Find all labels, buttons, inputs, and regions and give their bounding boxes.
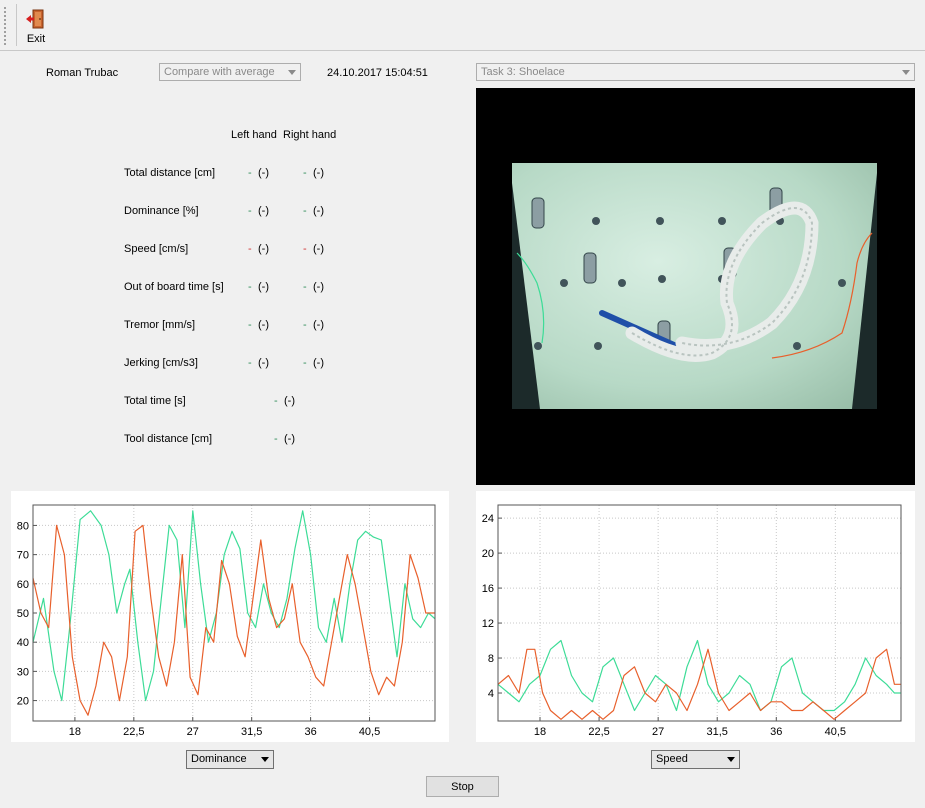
x-tick-label: 27 — [652, 726, 664, 738]
chevron-down-icon — [727, 757, 735, 762]
x-tick-label: 40,5 — [359, 726, 380, 738]
plot-frame — [497, 504, 902, 722]
y-tick-label: 20 — [17, 696, 29, 708]
left-hand-header: Left hand — [231, 129, 277, 141]
speed-chart: 4 8 12 16 20 24 18 22,5 27 31,5 36 40,5 — [476, 491, 915, 742]
y-tick-label: 4 — [488, 688, 494, 700]
left-chart-metric-value: Dominance — [191, 753, 247, 765]
metric-label: Out of board time [s] — [124, 281, 224, 293]
left-value: (-) — [258, 357, 269, 369]
camera-scene — [512, 173, 877, 409]
y-tick-label: 40 — [17, 637, 29, 649]
compare-select-value: Compare with average — [164, 66, 275, 78]
series-line-1 — [497, 648, 901, 720]
right-indicator: - — [303, 205, 307, 217]
x-tick-label: 36 — [770, 726, 782, 738]
x-tick-label: 18 — [69, 726, 81, 738]
task-select-value: Task 3: Shoelace — [481, 66, 565, 78]
metric-label: Dominance [%] — [124, 205, 199, 217]
timestamp: 24.10.2017 15:04:51 — [327, 67, 428, 79]
series-line-0 — [497, 639, 901, 712]
right-value: (-) — [313, 167, 324, 179]
right-value: (-) — [313, 205, 324, 217]
y-tick-label: 8 — [488, 653, 494, 665]
dominance-chart: 20 30 40 50 60 70 80 18 22,5 27 31,5 36 40,5 — [11, 491, 449, 742]
chevron-down-icon — [902, 70, 910, 75]
right-value: (-) — [313, 319, 324, 331]
left-indicator: - — [248, 243, 252, 255]
x-tick-label: 27 — [187, 726, 199, 738]
indicator: - — [274, 433, 278, 445]
x-tick-label: 22,5 — [588, 726, 609, 738]
metric-label: Total distance [cm] — [124, 167, 216, 179]
x-tick-label: 31,5 — [241, 726, 262, 738]
y-tick-label: 16 — [482, 583, 494, 595]
metric-label: Jerking [cm/s3] — [124, 357, 198, 369]
y-tick-label: 80 — [17, 520, 29, 532]
dominance-chart-svg: 20 30 40 50 60 70 80 18 22,5 27 31,5 36 40,5 — [17, 504, 436, 738]
right-indicator: - — [303, 357, 307, 369]
left-indicator: - — [248, 281, 252, 293]
exit-label: Exit — [26, 33, 46, 45]
right-chart-metric-value: Speed — [656, 753, 688, 765]
x-tick-label: 31,5 — [707, 726, 728, 738]
chevron-down-icon — [288, 70, 296, 75]
right-value: (-) — [313, 243, 324, 255]
stop-button[interactable]: Stop — [426, 776, 499, 797]
right-indicator: - — [303, 319, 307, 331]
y-tick-label: 24 — [482, 513, 494, 525]
y-tick-label: 50 — [17, 608, 29, 620]
right-indicator: - — [303, 281, 307, 293]
camera-view — [476, 88, 915, 485]
toolbar-grip[interactable] — [3, 6, 7, 46]
left-indicator: - — [248, 357, 252, 369]
x-tick-label: 22,5 — [123, 726, 144, 738]
left-value: (-) — [258, 319, 269, 331]
exit-door-icon — [26, 9, 44, 29]
x-tick-label: 40,5 — [825, 726, 846, 738]
right-indicator: - — [303, 243, 307, 255]
x-tick-label: 18 — [534, 726, 546, 738]
y-tick-label: 20 — [482, 548, 494, 560]
compare-select[interactable]: Compare with average — [159, 63, 301, 81]
right-hand-header: Right hand — [283, 129, 337, 141]
left-indicator: - — [248, 319, 252, 331]
series-line-1 — [32, 524, 435, 716]
right-indicator: - — [303, 167, 307, 179]
metric-value: (-) — [284, 433, 295, 445]
speed-chart-svg: 4 8 12 16 20 24 18 22,5 27 31,5 36 40,5 — [482, 504, 902, 738]
metric-label: Speed [cm/s] — [124, 243, 189, 255]
x-tick-label: 36 — [304, 726, 316, 738]
y-tick-label: 60 — [17, 579, 29, 591]
metric-label: Total time [s] — [124, 395, 186, 407]
left-indicator: - — [248, 205, 252, 217]
y-tick-label: 12 — [482, 618, 494, 630]
right-value: (-) — [313, 281, 324, 293]
left-value: (-) — [258, 167, 269, 179]
left-value: (-) — [258, 243, 269, 255]
metric-label: Tool distance [cm] — [124, 433, 213, 445]
series-line-0 — [32, 510, 436, 702]
right-value: (-) — [313, 357, 324, 369]
y-tick-label: 70 — [17, 550, 29, 562]
indicator: - — [274, 395, 278, 407]
exit-button[interactable]: Exit — [20, 4, 52, 48]
left-value: (-) — [258, 205, 269, 217]
left-indicator: - — [248, 167, 252, 179]
metric-value: (-) — [284, 395, 295, 407]
metric-label: Tremor [mm/s] — [124, 319, 196, 331]
y-tick-label: 30 — [17, 666, 29, 678]
chevron-down-icon — [261, 757, 269, 762]
left-chart-metric-select[interactable]: Dominance — [186, 750, 274, 769]
left-value: (-) — [258, 281, 269, 293]
camera-frame — [512, 163, 877, 409]
right-chart-metric-select[interactable]: Speed — [651, 750, 740, 769]
toolbar-separator — [16, 4, 17, 46]
user-name: Roman Trubac — [46, 67, 119, 79]
toolbar: Exit — [0, 0, 925, 51]
task-select[interactable]: Task 3: Shoelace — [476, 63, 915, 81]
